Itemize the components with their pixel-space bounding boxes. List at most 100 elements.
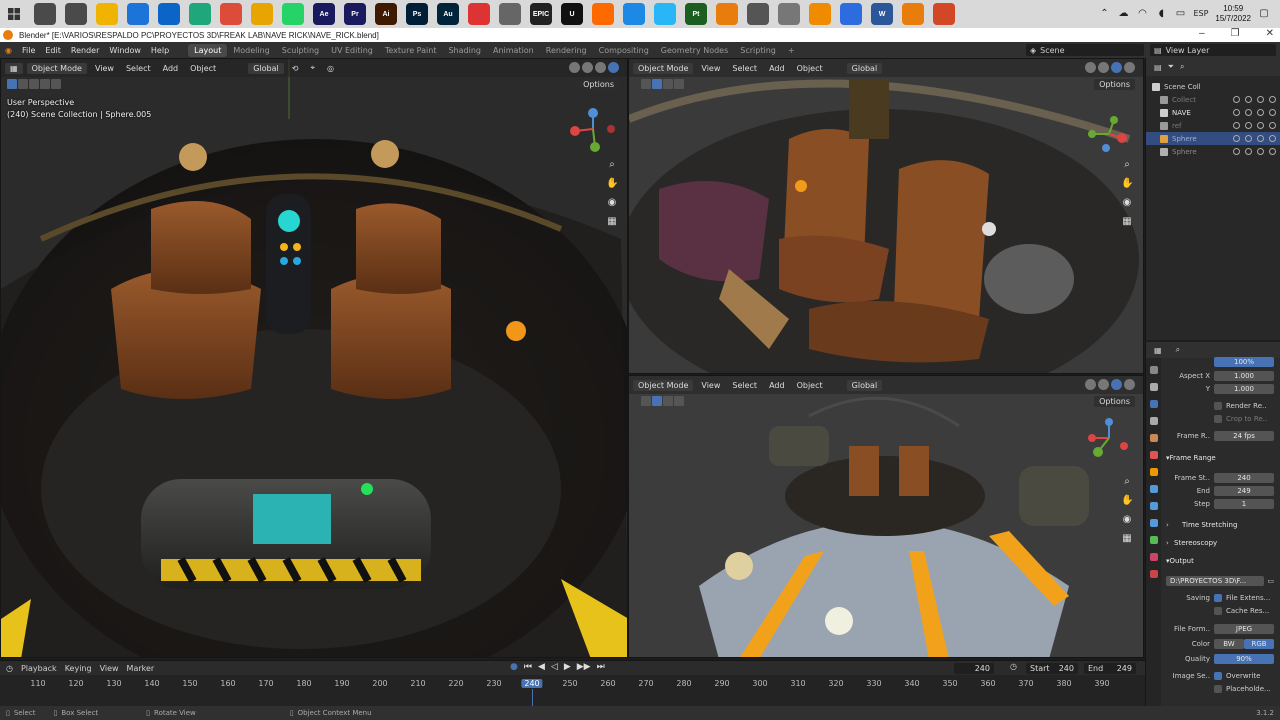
menu-select[interactable]: Select [728, 64, 761, 73]
pan-hand-icon[interactable]: ✋ [1121, 178, 1133, 190]
outliner-row[interactable]: Scene Coll [1146, 80, 1280, 93]
menu-view[interactable]: View [697, 64, 724, 73]
data-tab-icon[interactable] [1149, 536, 1158, 544]
cache-result-checkbox[interactable] [1214, 606, 1222, 615]
app-cyan-icon[interactable] [654, 3, 676, 25]
viewport-top-right[interactable]: Object Mode View Select Add Object Globa… [628, 58, 1144, 374]
menu-select[interactable]: Select [728, 381, 761, 390]
end-frame-field[interactable]: End 249 [1084, 663, 1136, 674]
menu-render[interactable]: Render [66, 46, 104, 55]
tab-rendering[interactable]: Rendering [540, 44, 593, 57]
whatsapp-icon[interactable] [282, 3, 304, 25]
folder-icon[interactable]: ▭ [1267, 577, 1274, 585]
edge-icon[interactable] [189, 3, 211, 25]
zoom-icon[interactable]: ⌕ [1121, 476, 1133, 488]
eye-icon[interactable] [1257, 96, 1264, 103]
chevron-right-icon[interactable]: › [1166, 539, 1174, 547]
rendered-shading-icon[interactable] [1124, 62, 1135, 73]
navigation-gizmo[interactable] [1084, 114, 1134, 159]
modifier-tab-icon[interactable] [1149, 485, 1158, 493]
ortho-grid-icon[interactable]: ▦ [1121, 216, 1133, 228]
camera-render-icon[interactable] [1269, 122, 1276, 129]
material-shading-icon[interactable] [595, 62, 606, 73]
options-dropdown[interactable]: Options [1094, 79, 1135, 90]
task-view-icon[interactable] [65, 3, 87, 25]
tab-geometry-nodes[interactable]: Geometry Nodes [655, 44, 734, 57]
play-reverse-icon[interactable]: ◁ [551, 662, 558, 672]
file-format-dropdown[interactable]: JPEG [1214, 623, 1274, 634]
rendered-shading-icon[interactable] [608, 62, 619, 73]
start-frame-field[interactable]: Start 240 [1026, 663, 1078, 674]
menu-object[interactable]: Object [793, 64, 827, 73]
properties-editor-icon[interactable]: ▦ [1154, 346, 1162, 355]
render-tab-icon[interactable] [1149, 383, 1158, 391]
aspect-y-field[interactable]: 1.000 [1214, 383, 1274, 394]
timeline-menu-keying[interactable]: Keying [65, 664, 92, 673]
pan-hand-icon[interactable]: ✋ [1121, 495, 1133, 507]
ortho-grid-icon[interactable]: ▦ [1121, 533, 1133, 545]
camera-view-icon[interactable]: ◉ [606, 197, 618, 209]
view-layer-selector[interactable]: ▤ View Layer [1150, 44, 1276, 56]
volume-icon[interactable]: ◖ [1155, 8, 1167, 20]
transform-orientation-dropdown[interactable]: Global [248, 62, 284, 74]
select-arrow-icon[interactable] [1245, 96, 1252, 103]
menu-add[interactable]: Add [765, 381, 789, 390]
language-indicator[interactable]: ESP [1193, 8, 1208, 20]
viewport-bottom-right[interactable]: Object Mode View Select Add Object Globa… [628, 375, 1144, 658]
clock[interactable]: 10:59 15/7/2022 [1215, 4, 1251, 24]
menu-window[interactable]: Window [104, 46, 146, 55]
crop-checkbox[interactable] [1214, 414, 1222, 423]
object-tab-icon[interactable] [1149, 468, 1158, 476]
viewport-left[interactable]: ▦ Object Mode View Select Add Object Glo… [0, 58, 628, 658]
tab-shading[interactable]: Shading [442, 44, 487, 57]
select-arrow-icon[interactable] [1245, 148, 1252, 155]
outliner-row[interactable]: ref [1146, 119, 1280, 132]
select-new-icon[interactable] [652, 396, 662, 406]
select-extend-icon[interactable] [663, 79, 673, 89]
eye-icon[interactable] [1257, 135, 1264, 142]
select-invert-icon[interactable] [40, 79, 50, 89]
unreal-icon[interactable]: U [561, 3, 583, 25]
placeholders-checkbox[interactable] [1214, 684, 1222, 693]
overwrite-checkbox[interactable] [1214, 671, 1222, 680]
exclude-checkbox-icon[interactable] [1233, 135, 1240, 142]
frame-start-field[interactable]: 240 [1214, 472, 1274, 483]
menu-object[interactable]: Object [186, 64, 220, 73]
tab-sculpting[interactable]: Sculpting [276, 44, 325, 57]
color-bw-button[interactable]: BW [1214, 638, 1244, 649]
photoshop-icon[interactable]: Ps [406, 3, 428, 25]
timeline-editor-icon[interactable]: ◷ [6, 664, 13, 673]
camera-view-icon[interactable]: ◉ [1121, 514, 1133, 526]
epic-games-icon[interactable]: EPIC [530, 3, 552, 25]
next-keyframe-icon[interactable]: ▶▶ [577, 662, 591, 672]
maximize-icon[interactable]: ❐ [1231, 28, 1240, 39]
zoom-icon[interactable]: ⌕ [1121, 159, 1133, 171]
solid-shading-icon[interactable] [582, 62, 593, 73]
stereoscopy-section[interactable]: Stereoscopy [1174, 539, 1217, 547]
select-new-icon[interactable] [7, 79, 17, 89]
file-extensions-checkbox[interactable] [1214, 593, 1222, 602]
exclude-checkbox-icon[interactable] [1233, 109, 1240, 116]
toolbar-toggle-icon[interactable] [641, 396, 651, 406]
play-icon[interactable]: ▶ [564, 662, 571, 672]
camera-render-icon[interactable] [1269, 135, 1276, 142]
app-red-icon[interactable] [468, 3, 490, 25]
exclude-checkbox-icon[interactable] [1233, 122, 1240, 129]
mail-icon[interactable] [158, 3, 180, 25]
select-arrow-icon[interactable] [1245, 122, 1252, 129]
search-icon[interactable] [34, 3, 56, 25]
scene-tab-icon[interactable] [1149, 434, 1158, 442]
world-tab-icon[interactable] [1149, 451, 1158, 459]
menu-add[interactable]: Add [765, 64, 789, 73]
blender-menu-icon[interactable]: ◉ [0, 46, 17, 55]
zoom-icon[interactable]: ⌕ [606, 159, 618, 171]
select-extend-icon[interactable] [663, 396, 673, 406]
wireframe-shading-icon[interactable] [1085, 379, 1096, 390]
menu-object[interactable]: Object [793, 381, 827, 390]
rendered-shading-icon[interactable] [1124, 379, 1135, 390]
select-new-icon[interactable] [652, 79, 662, 89]
chrome-alt-icon[interactable] [251, 3, 273, 25]
tab-compositing[interactable]: Compositing [593, 44, 655, 57]
frame-rate-dropdown[interactable]: 24 fps [1214, 430, 1274, 441]
navigation-gizmo[interactable] [1084, 416, 1134, 466]
